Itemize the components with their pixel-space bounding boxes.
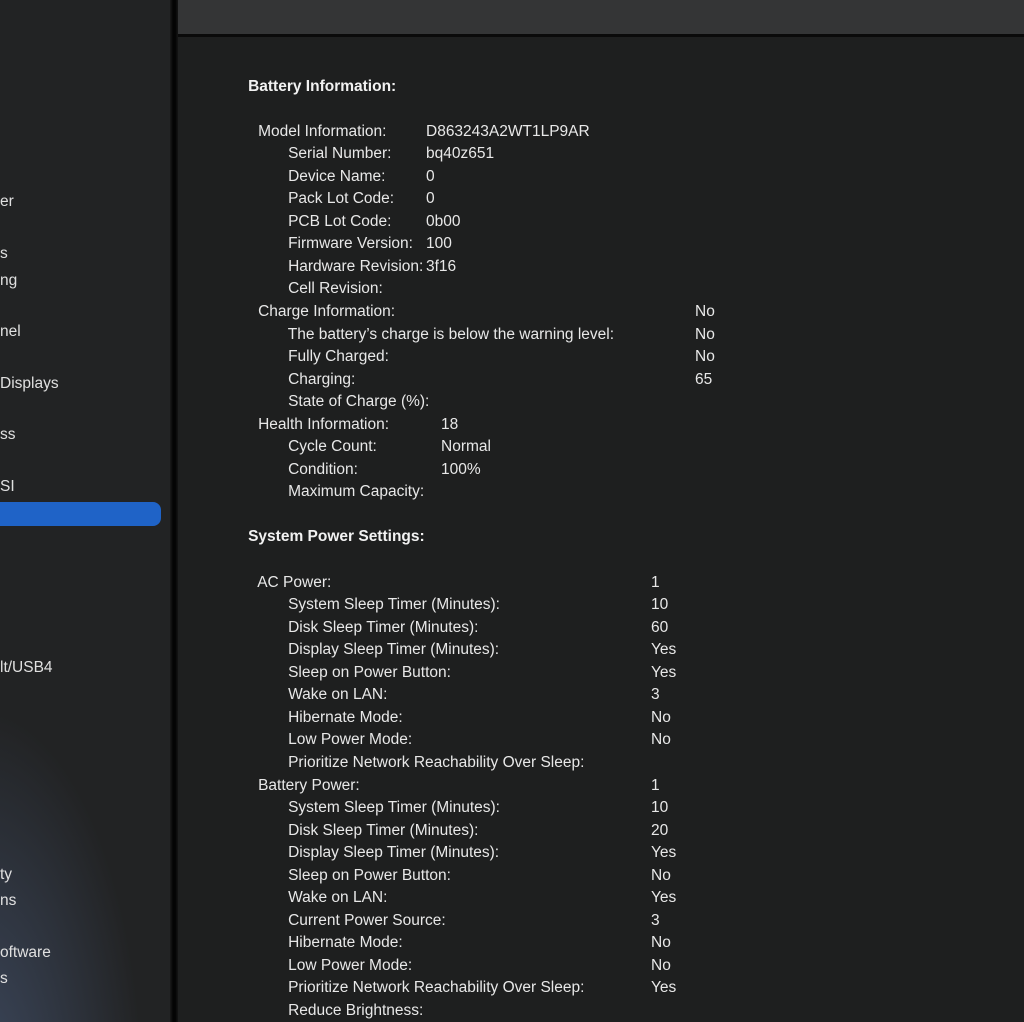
report-line: Charge Information: bbox=[178, 278, 1024, 301]
report-value: No bbox=[695, 346, 715, 369]
sidebar-item-fragment[interactable]: s bbox=[0, 970, 8, 988]
report-value: No bbox=[651, 729, 671, 752]
report-value: 20 bbox=[651, 820, 668, 843]
report-value: No bbox=[651, 707, 671, 730]
report-line: Low Power Mode: No bbox=[178, 707, 1024, 730]
sidebar: er s ng nel Displays ss SI lt/USB4 ty ns… bbox=[0, 0, 170, 1022]
report-line: Disk Sleep Timer (Minutes): 10 bbox=[178, 594, 1024, 617]
report-value: Yes bbox=[651, 977, 676, 1000]
report-line: Battery Power: bbox=[178, 752, 1024, 775]
report-line: System Sleep Timer (Minutes): 1 bbox=[178, 572, 1024, 595]
sidebar-item-fragment[interactable]: Displays bbox=[0, 375, 59, 393]
report-value: D863243A2WT1LP9AR bbox=[426, 121, 590, 144]
report-value: 0b00 bbox=[426, 211, 460, 234]
report-value: No bbox=[651, 932, 671, 955]
report-line bbox=[178, 76, 1024, 99]
report-value: No bbox=[651, 865, 671, 888]
report-line: Prioritize Network Reachability Over Sle… bbox=[178, 729, 1024, 752]
report-value: 3f16 bbox=[426, 256, 456, 279]
report-value: 65 bbox=[695, 369, 712, 392]
report-line: Wake on LAN: No bbox=[178, 865, 1024, 888]
sidebar-item-fragment[interactable]: ty bbox=[0, 866, 12, 884]
report-line: Charging: No bbox=[178, 346, 1024, 369]
sidebar-item-fragment[interactable]: ng bbox=[0, 272, 17, 290]
report-value: 60 bbox=[651, 617, 668, 640]
report-line: Serial Number: D863243A2WT1LP9AR bbox=[178, 121, 1024, 144]
sidebar-item-fragment[interactable]: ns bbox=[0, 892, 16, 910]
report-line: Device Name: bq40z651 bbox=[178, 143, 1024, 166]
report-line: Model Information: bbox=[178, 98, 1024, 121]
report-line: Battery Information: bbox=[178, 53, 1024, 76]
sidebar-item-fragment[interactable]: SI bbox=[0, 478, 15, 496]
report-value: bq40z651 bbox=[426, 143, 494, 166]
report-line: Fully Charged: No bbox=[178, 324, 1024, 347]
report-line: Maximum Capacity: 100% bbox=[178, 459, 1024, 482]
system-information-window: er s ng nel Displays ss SI lt/USB4 ty ns… bbox=[0, 0, 1024, 1022]
report-line: Prioritize Network Reachability Over Sle… bbox=[178, 955, 1024, 978]
report-value: 1 bbox=[651, 572, 660, 595]
report-value: 0 bbox=[426, 188, 435, 211]
sidebar-item-fragment[interactable]: nel bbox=[0, 323, 21, 341]
report-line: Disk Sleep Timer (Minutes): 10 bbox=[178, 797, 1024, 820]
report-value: Yes bbox=[651, 887, 676, 910]
report-value: 100% bbox=[441, 459, 481, 482]
sidebar-selected-item-power[interactable] bbox=[0, 502, 161, 526]
report-value: 100 bbox=[426, 233, 452, 256]
report-value: 3 bbox=[651, 684, 660, 707]
sidebar-item-fragment[interactable]: oftware bbox=[0, 944, 51, 962]
report-value: 18 bbox=[441, 414, 458, 437]
report-line: Low Power Mode: No bbox=[178, 932, 1024, 955]
report-line: Wake on LAN: Yes bbox=[178, 662, 1024, 685]
report-line: The battery’s charge is below the warnin… bbox=[178, 301, 1024, 324]
report-line: Pack Lot Code: 0 bbox=[178, 166, 1024, 189]
report-line: Hibernate Mode: 3 bbox=[178, 910, 1024, 933]
report-value: 10 bbox=[651, 797, 668, 820]
report-line: Health Information: bbox=[178, 391, 1024, 414]
report-line: Cycle Count: 18 bbox=[178, 414, 1024, 437]
report-value: 0 bbox=[426, 166, 435, 189]
report-value: Normal bbox=[441, 436, 491, 459]
sidebar-item-fragment[interactable]: s bbox=[0, 245, 8, 263]
sidebar-item-fragment[interactable]: ss bbox=[0, 426, 16, 444]
report-value: Yes bbox=[651, 639, 676, 662]
report-line: Hardware Revision: 100 bbox=[178, 233, 1024, 256]
report-line: Current Power Source: Yes bbox=[178, 887, 1024, 910]
report-value: 3 bbox=[651, 910, 660, 933]
report-line: Display Sleep Timer (Minutes): 20 bbox=[178, 820, 1024, 843]
report-value: No bbox=[695, 301, 715, 324]
report-value: Yes bbox=[651, 662, 676, 685]
toolbar-bottom-strip bbox=[178, 0, 1024, 37]
report-line: System Power Settings: bbox=[178, 504, 1024, 527]
report-line: Firmware Version: 0b00 bbox=[178, 211, 1024, 234]
sidebar-content-divider bbox=[170, 0, 178, 1022]
report-line bbox=[178, 526, 1024, 549]
report-value: 10 bbox=[651, 594, 668, 617]
report-line: State of Charge (%): 65 bbox=[178, 369, 1024, 392]
report-line: Condition: Normal bbox=[178, 436, 1024, 459]
report-line: AC Power: bbox=[178, 549, 1024, 572]
sidebar-item-fragment[interactable]: lt/USB4 bbox=[0, 659, 53, 677]
report-line: Hibernate Mode: 3 bbox=[178, 684, 1024, 707]
report-line bbox=[178, 481, 1024, 504]
report-line: System Sleep Timer (Minutes): 1 bbox=[178, 775, 1024, 798]
sidebar-item-fragment[interactable]: er bbox=[0, 193, 14, 211]
report-line: Cell Revision: 3f16 bbox=[178, 256, 1024, 279]
report-value: Yes bbox=[651, 842, 676, 865]
report-line: Sleep on Power Button: Yes bbox=[178, 842, 1024, 865]
report-line: Sleep on Power Button: Yes bbox=[178, 639, 1024, 662]
report-line: Display Sleep Timer (Minutes): 60 bbox=[178, 617, 1024, 640]
report-value: No bbox=[695, 324, 715, 347]
report-label: Reduce Brightness: bbox=[288, 1002, 423, 1019]
report-line: PCB Lot Code: 0 bbox=[178, 188, 1024, 211]
content-pane: Battery Information: Model Information: … bbox=[178, 0, 1024, 1022]
battery-report: Battery Information: Model Information: … bbox=[178, 53, 1024, 1000]
report-value: No bbox=[651, 955, 671, 978]
report-line: Reduce Brightness: Yes bbox=[178, 977, 1024, 1000]
report-value: 1 bbox=[651, 775, 660, 798]
